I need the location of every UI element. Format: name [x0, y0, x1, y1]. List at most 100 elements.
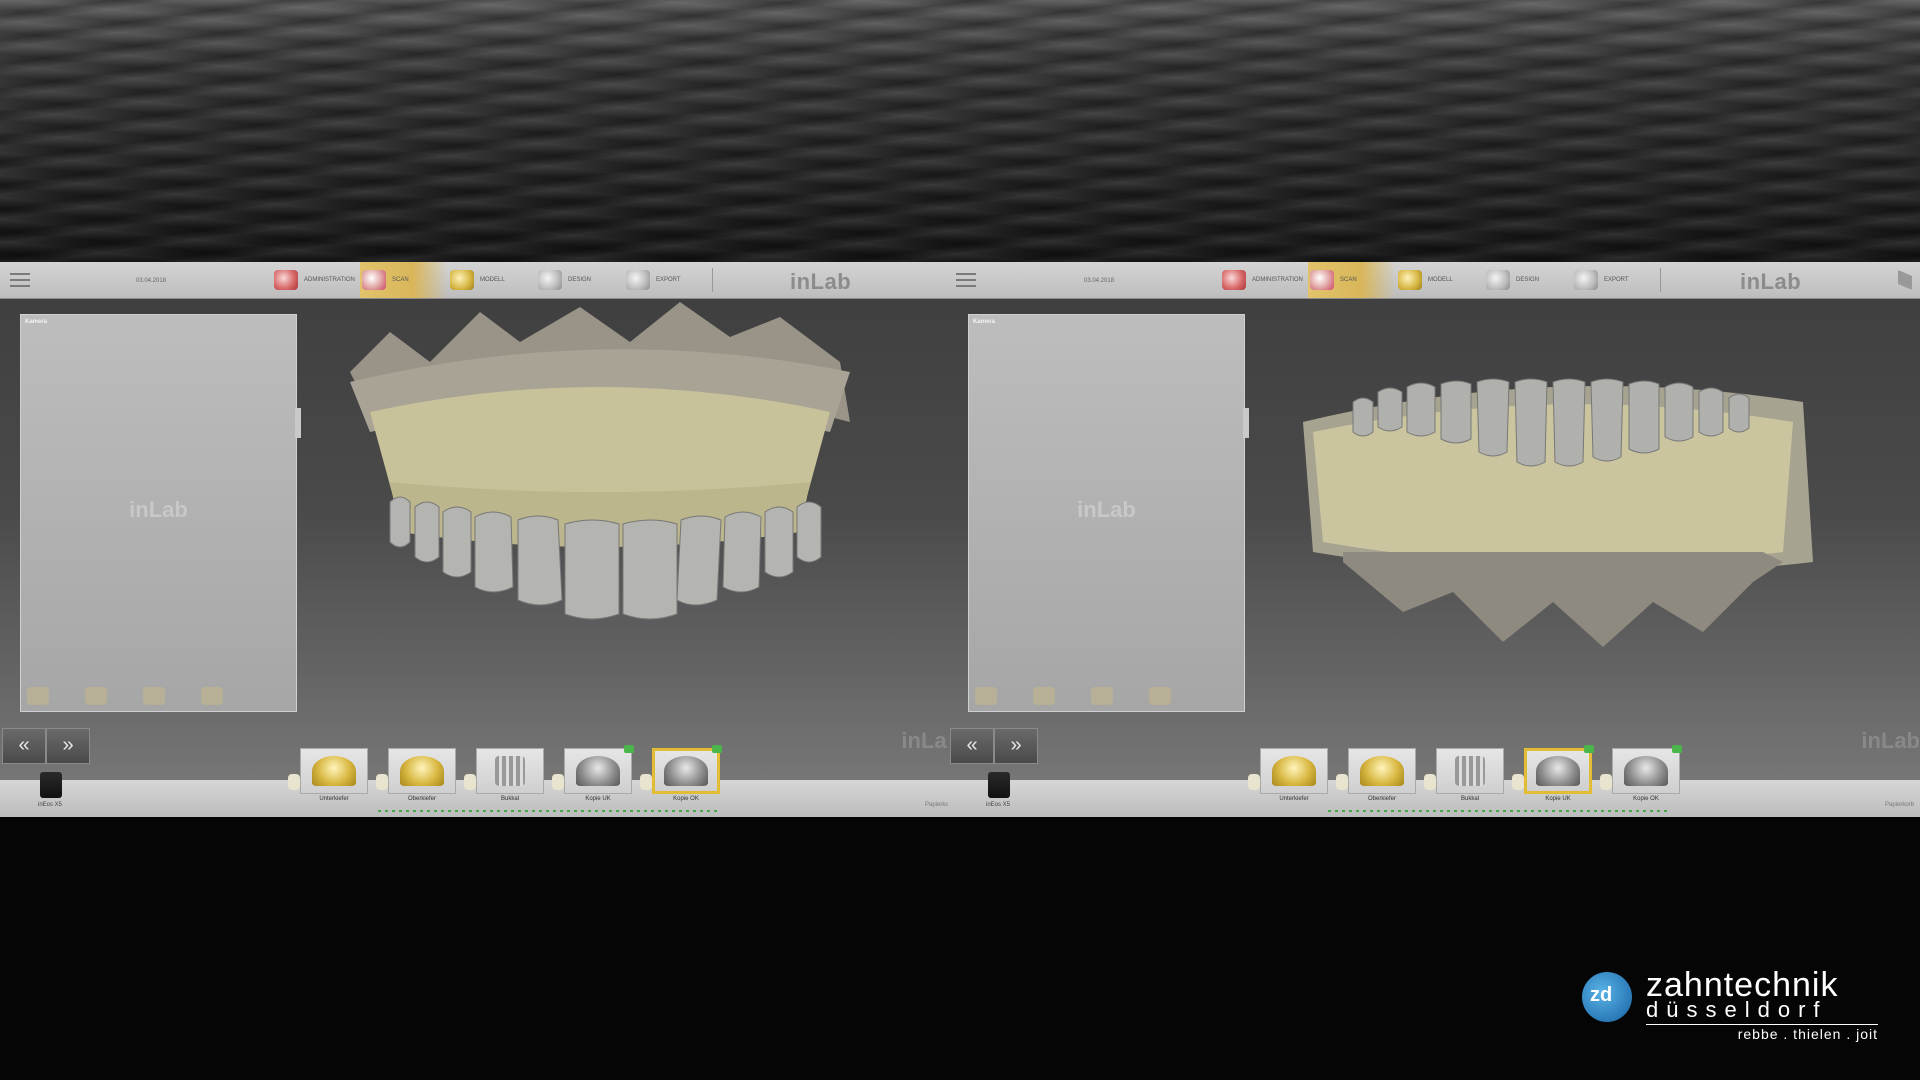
inlab-watermark: inLab [1861, 728, 1920, 753]
step-navigation: « » [950, 728, 1038, 764]
catalog-oberkiefer[interactable]: Oberkiefer [376, 748, 456, 802]
brand-logo: inLab [790, 269, 852, 294]
check-icon [712, 745, 722, 753]
inlab-window-left: 03.04.2018 ADMINISTRATION SCAN MODELL DE… [0, 262, 960, 817]
step-navigation: « » [2, 728, 90, 764]
jaw-thumbnail-icon [664, 756, 708, 786]
brand-logo: inLab [1740, 269, 1802, 294]
tool-icon[interactable] [1091, 687, 1113, 705]
catalog-kopie-ok[interactable]: Kopie OK [1600, 745, 1682, 802]
tool-icon[interactable] [1033, 687, 1055, 705]
design-icon [538, 270, 562, 290]
tool-icon[interactable] [975, 687, 997, 705]
lower-jaw-3d-model[interactable] [1283, 362, 1823, 682]
camera-tool-icons [975, 687, 1171, 705]
jaw-mode-icon [288, 774, 300, 790]
logo-mark-text: zd [1590, 984, 1613, 1006]
tool-icon[interactable] [27, 687, 49, 705]
check-icon [1584, 745, 1594, 753]
design-icon [1486, 270, 1510, 290]
catalog-unterkiefer[interactable]: Unterkiefer [288, 748, 368, 802]
jaw-mode-icon [1424, 774, 1436, 790]
step-design[interactable]: DESIGN [536, 262, 624, 298]
tool-icon[interactable] [1149, 687, 1171, 705]
catalog-bukkal[interactable]: Bukkal [1424, 748, 1504, 802]
tool-icon[interactable] [201, 687, 223, 705]
camera-collapse-handle[interactable] [295, 408, 301, 438]
jaw-mode-icon [1248, 774, 1260, 790]
step-export[interactable]: EXPORT [624, 262, 712, 298]
menu-icon[interactable] [10, 273, 30, 287]
scanner-device-icon[interactable] [40, 772, 62, 798]
camera-collapse-handle[interactable] [1243, 408, 1249, 438]
camera-placeholder-logo: inLab [1077, 497, 1136, 522]
logo-city: düsseldorf [1646, 997, 1828, 1022]
background-water-texture [0, 0, 1920, 262]
scan-catalog: Unterkiefer Oberkiefer Bukkal Kopie UK K… [288, 745, 722, 802]
catalog-kopie-uk[interactable]: Kopie UK [1512, 745, 1594, 802]
tool-icon[interactable] [143, 687, 165, 705]
jaw-mode-icon [1336, 774, 1348, 790]
inlab-window-right: 03.04.2018 ADMINISTRATION SCAN MODELL DE… [948, 262, 1920, 817]
catalog-kopie-uk[interactable]: Kopie UK [552, 745, 634, 802]
panel-toggle-icon[interactable] [1898, 270, 1912, 290]
next-button[interactable]: » [46, 728, 90, 764]
jaw-thumbnail-icon [312, 756, 356, 786]
trash-label[interactable]: Papierkorb [1885, 802, 1914, 808]
catalog-oberkiefer[interactable]: Oberkiefer [1336, 748, 1416, 802]
jaw-mode-icon [376, 774, 388, 790]
camera-tool-icons [27, 687, 223, 705]
scan-progress-dots [1328, 810, 1668, 812]
zahntechnik-logo: zd zahntechnik düsseldorf rebbe . thiele… [1582, 968, 1882, 1048]
scan-progress-dots [378, 810, 718, 812]
jaw-thumbnail-icon [1272, 756, 1316, 786]
jaw-mode-icon [464, 774, 476, 790]
toolbar-divider [712, 268, 713, 292]
jaw-mode-icon [1600, 774, 1612, 790]
jaw-thumbnail-icon [400, 756, 444, 786]
step-modell[interactable]: MODELL [448, 262, 536, 298]
catalog-bukkal[interactable]: Bukkal [464, 748, 544, 802]
toolbar-divider [1660, 268, 1661, 292]
device-label: inEos X5 [38, 802, 63, 808]
catalog-unterkiefer[interactable]: Unterkiefer [1248, 748, 1328, 802]
step-administration[interactable]: ADMINISTRATION [1220, 262, 1308, 298]
catalog-kopie-ok[interactable]: Kopie OK [640, 745, 722, 802]
logo-tagline: rebbe . thielen . joit [1737, 1026, 1878, 1042]
date-label: 03.04.2018 [1084, 278, 1115, 284]
check-icon [1672, 745, 1682, 753]
scan-icon [1310, 270, 1334, 290]
camera-title: Kamera [25, 319, 48, 325]
logo-divider [1646, 1024, 1878, 1025]
modell-icon [1398, 270, 1422, 290]
administration-icon [1222, 270, 1246, 290]
camera-title: Kamera [973, 319, 996, 325]
export-icon [626, 270, 650, 290]
jaw-mode-icon [640, 774, 652, 790]
next-button[interactable]: » [994, 728, 1038, 764]
jaw-mode-icon [1512, 774, 1524, 790]
top-toolbar: 03.04.2018 ADMINISTRATION SCAN MODELL DE… [948, 262, 1920, 299]
scan-icon [362, 270, 386, 290]
step-modell[interactable]: MODELL [1396, 262, 1484, 298]
previous-button[interactable]: « [2, 728, 46, 764]
jaw-mode-icon [552, 774, 564, 790]
step-export[interactable]: EXPORT [1572, 262, 1660, 298]
administration-icon [274, 270, 298, 290]
camera-placeholder-logo: inLab [129, 497, 188, 522]
device-label: inEos X5 [986, 802, 1011, 808]
workflow-steps: ADMINISTRATION SCAN MODELL DESIGN EXPORT [1220, 262, 1660, 298]
camera-panel: Kamera inLab [20, 314, 297, 712]
tool-icon[interactable] [85, 687, 107, 705]
step-design[interactable]: DESIGN [1484, 262, 1572, 298]
menu-icon[interactable] [956, 273, 976, 287]
step-scan[interactable]: SCAN [360, 262, 448, 298]
bite-thumbnail-icon [495, 756, 525, 786]
step-administration[interactable]: ADMINISTRATION [272, 262, 360, 298]
previous-button[interactable]: « [950, 728, 994, 764]
jaw-thumbnail-icon [1624, 756, 1668, 786]
step-scan[interactable]: SCAN [1308, 262, 1396, 298]
upper-jaw-3d-model[interactable] [330, 302, 870, 642]
scanner-device-icon[interactable] [988, 772, 1010, 798]
workflow-steps: ADMINISTRATION SCAN MODELL DESIGN EXPORT [272, 262, 712, 298]
